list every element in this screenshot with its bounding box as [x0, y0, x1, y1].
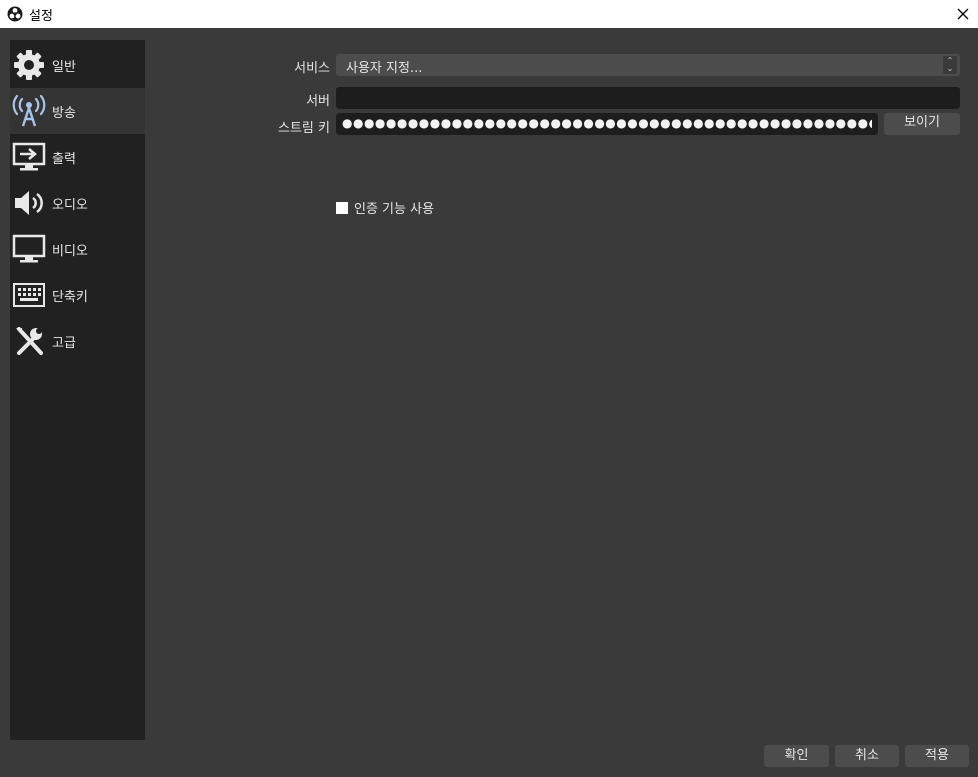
sidebar-item-output[interactable]: 출력 [10, 134, 145, 180]
server-label: 서버 [306, 94, 330, 109]
settings-sidebar: 일반 방송 출력 오디오 비디오 단축키 고급 [10, 40, 145, 740]
monitor-icon [12, 232, 46, 266]
sidebar-item-label: 출력 [52, 151, 76, 167]
output-monitor-icon [12, 140, 46, 174]
chevron-updown-icon: ⌃ ⌄ [943, 56, 957, 74]
sidebar-item-label: 비디오 [52, 243, 88, 259]
stream-key-field[interactable]: ●●●●●●●●●●●●●●●●●●●●●●●●●●●●●●●●●●●●●●●●… [336, 113, 878, 135]
stream-key-label: 스트림 키 [278, 121, 330, 136]
speaker-icon [12, 186, 46, 220]
sidebar-item-label: 단축키 [52, 289, 88, 305]
title-bar: 설정 [0, 0, 978, 28]
server-input[interactable] [336, 87, 960, 109]
sidebar-item-label: 고급 [52, 335, 76, 351]
gear-icon [12, 48, 46, 82]
sidebar-item-advanced[interactable]: 고급 [10, 318, 145, 364]
tools-icon [12, 324, 46, 358]
auth-checkbox[interactable]: 인증 기능 사용 [336, 198, 434, 217]
cancel-button[interactable]: 취소 [835, 745, 899, 767]
sidebar-item-general[interactable]: 일반 [10, 42, 145, 88]
stream-key-masked: ●●●●●●●●●●●●●●●●●●●●●●●●●●●●●●●●●●●●●●●●… [342, 116, 872, 130]
service-label: 서비스 [294, 61, 330, 76]
sidebar-item-video[interactable]: 비디오 [10, 226, 145, 272]
sidebar-item-audio[interactable]: 오디오 [10, 180, 145, 226]
auth-checkbox-label: 인증 기능 사용 [354, 202, 435, 217]
service-select[interactable]: 사용자 지정... ⌃ ⌄ [336, 54, 960, 76]
sidebar-item-hotkeys[interactable]: 단축키 [10, 272, 145, 318]
apply-button[interactable]: 적용 [905, 745, 969, 767]
sidebar-item-stream[interactable]: 방송 [10, 88, 145, 134]
sidebar-item-label: 방송 [52, 105, 76, 121]
service-select-value: 사용자 지정... [346, 61, 423, 76]
keyboard-icon [12, 278, 46, 312]
sidebar-item-label: 일반 [52, 59, 76, 75]
server-field[interactable] [336, 87, 960, 109]
obs-logo-icon [7, 6, 23, 22]
sidebar-item-label: 오디오 [52, 197, 88, 213]
close-icon [957, 8, 969, 20]
broadcast-antenna-icon [12, 94, 46, 128]
checkbox-box[interactable] [336, 201, 348, 214]
window-title: 설정 [29, 9, 53, 24]
close-button[interactable] [948, 0, 978, 28]
show-key-button[interactable]: 보이기 [884, 113, 960, 135]
ok-button[interactable]: 확인 [764, 745, 829, 767]
